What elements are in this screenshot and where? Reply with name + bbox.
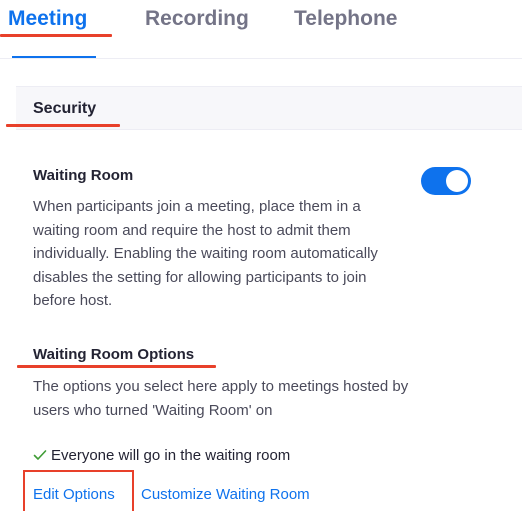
customize-waiting-room-link[interactable]: Customize Waiting Room — [141, 486, 310, 503]
selected-option: Everyone will go in the waiting room — [33, 447, 290, 464]
waiting-room-title: Waiting Room — [33, 167, 134, 184]
waiting-room-description: When participants join a meeting, place … — [33, 198, 378, 309]
waiting-room-options-title: Waiting Room Options — [33, 346, 195, 363]
settings-tabs: Meeting Recording Telephone — [0, 0, 522, 59]
selected-option-label: Everyone will go in the waiting room — [51, 447, 291, 464]
section-title: Security — [33, 100, 97, 117]
tab-telephone[interactable]: Telephone — [294, 7, 397, 31]
toggle-knob — [446, 170, 468, 192]
tab-recording[interactable]: Recording — [145, 7, 249, 31]
waiting-room-toggle[interactable] — [421, 167, 471, 195]
annotation-underline-options — [17, 365, 216, 368]
annotation-box-edit-options — [23, 470, 134, 511]
active-tab-indicator — [12, 56, 96, 58]
annotation-underline-meeting — [0, 34, 112, 37]
tab-meeting[interactable]: Meeting — [8, 7, 87, 31]
annotation-underline-security — [6, 124, 120, 127]
settings-page: Meeting Recording Telephone Security Wai… — [0, 0, 522, 511]
checkmark-icon — [33, 450, 47, 460]
waiting-room-options-description: The options you select here apply to mee… — [33, 378, 409, 419]
